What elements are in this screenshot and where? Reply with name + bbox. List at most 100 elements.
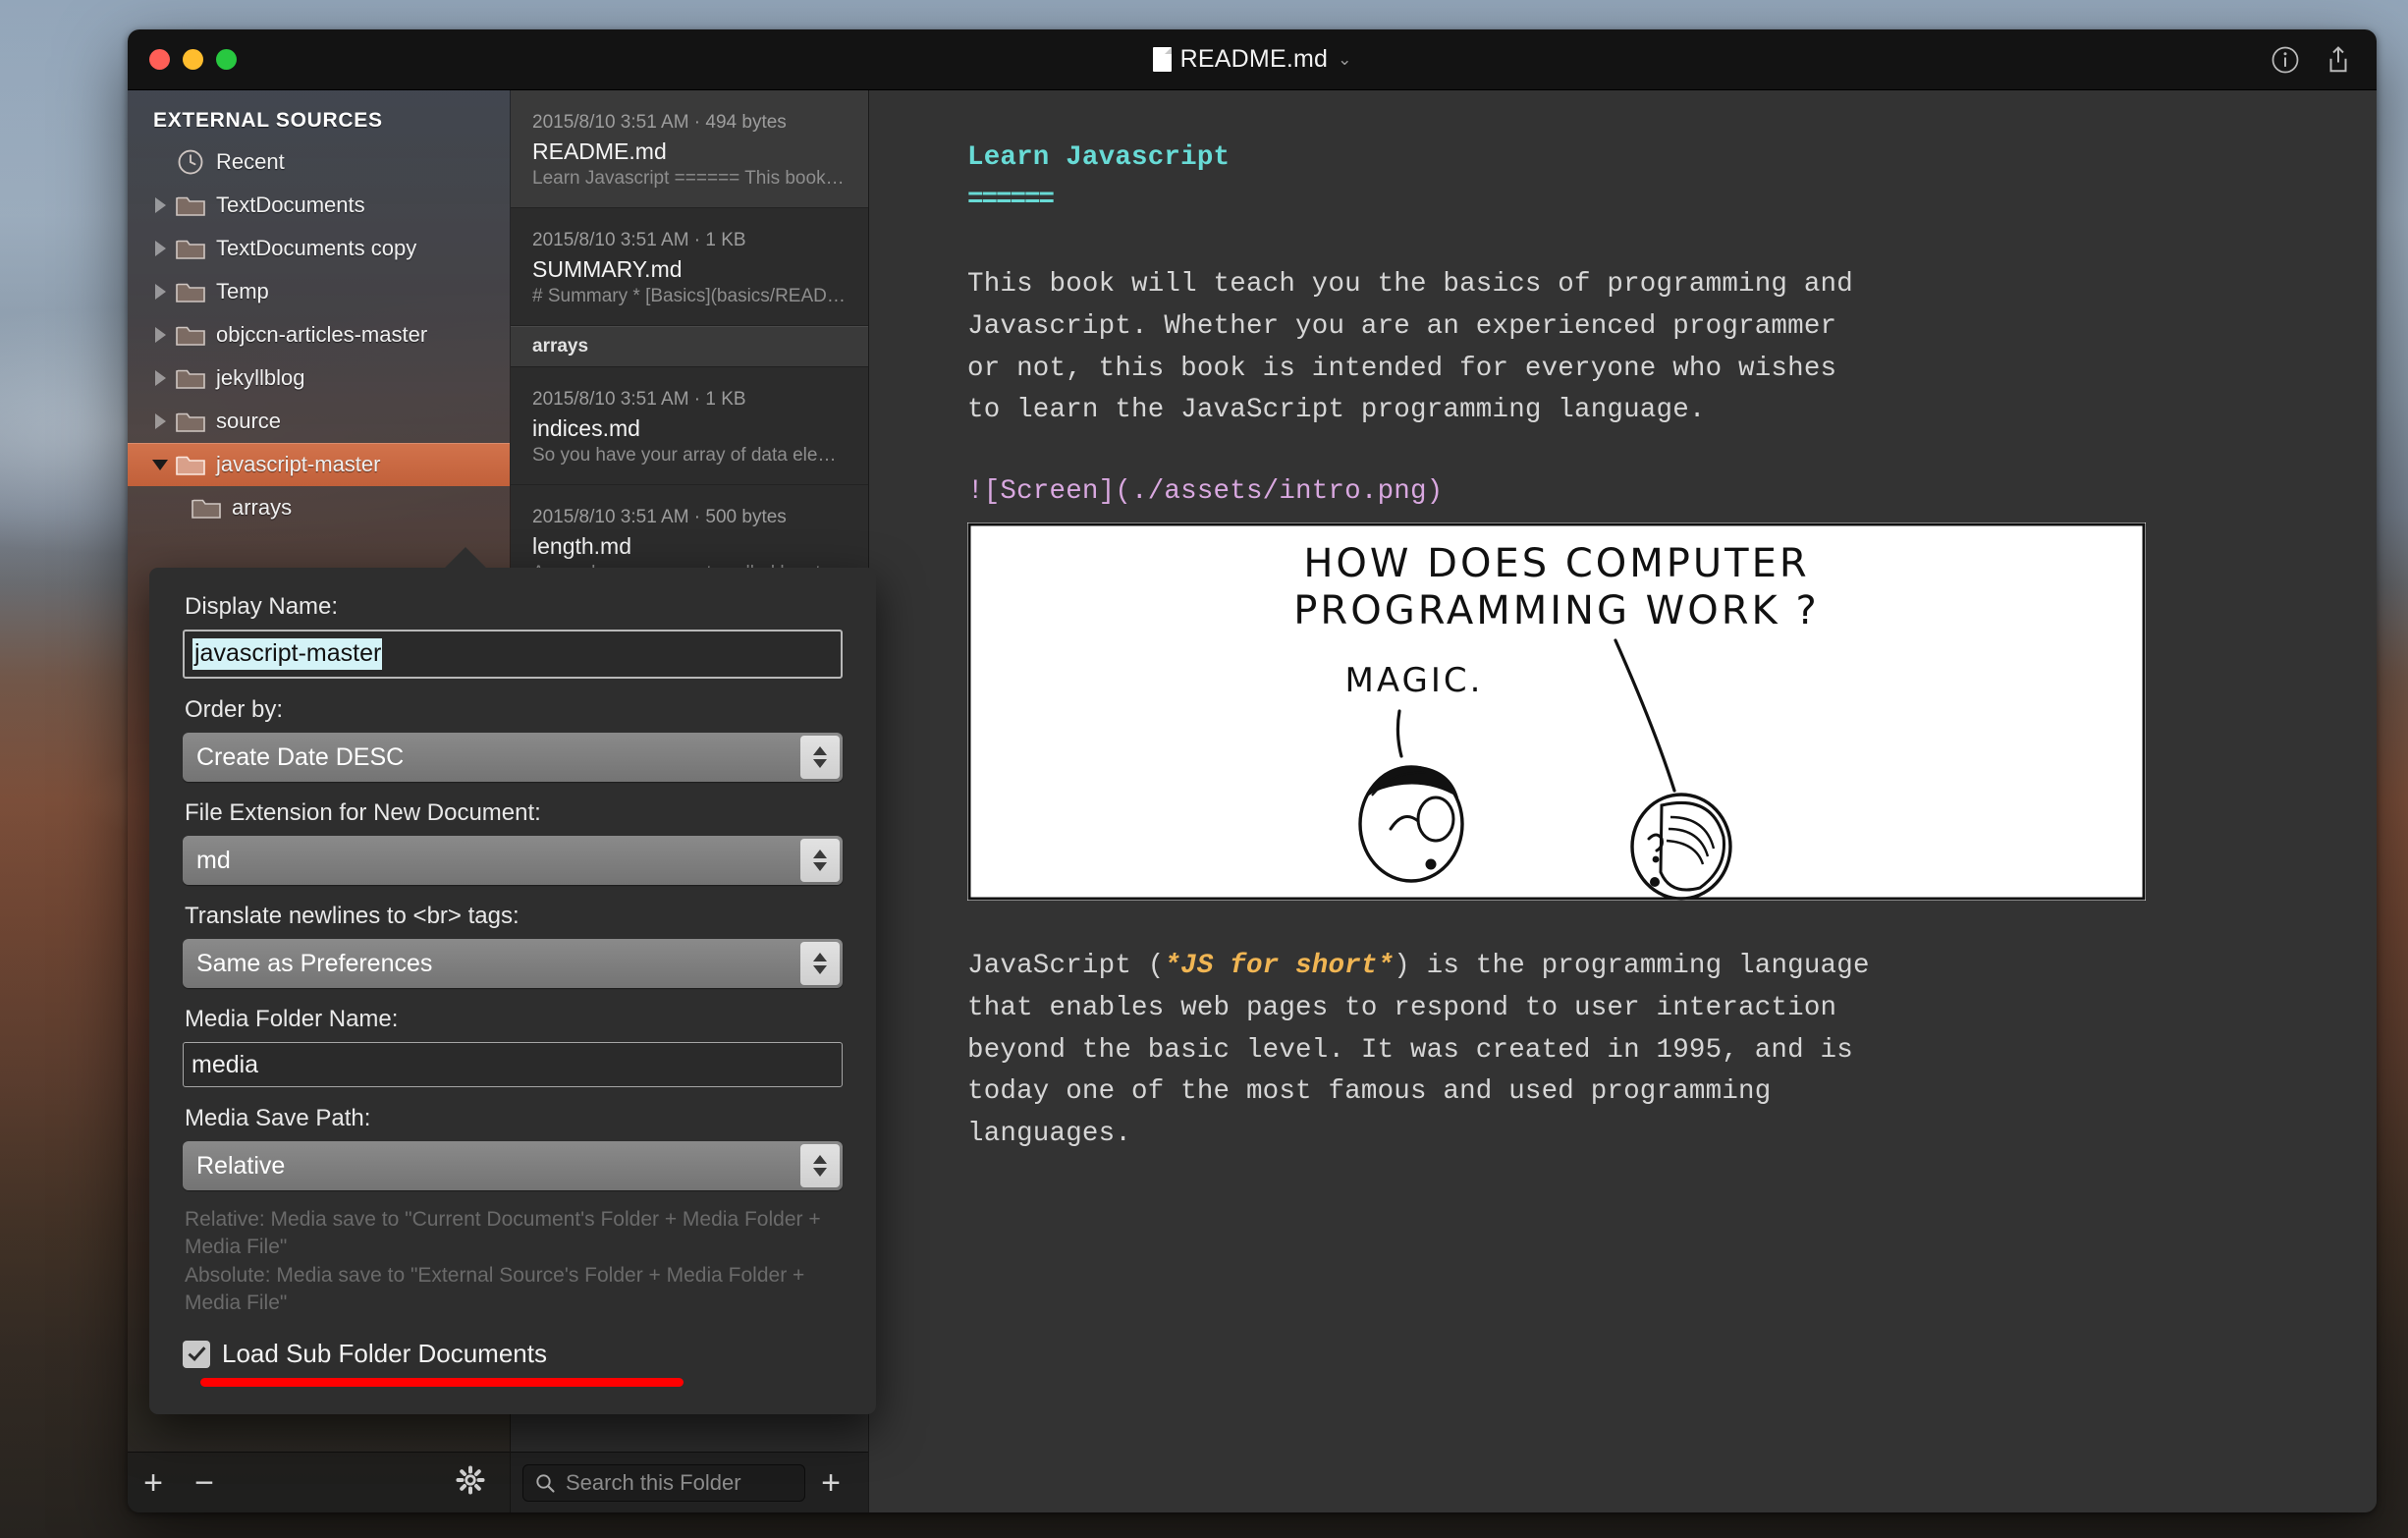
file-name: indices.md bbox=[532, 415, 848, 442]
markdown-heading: Learn Javascript bbox=[967, 137, 2308, 180]
clock-icon bbox=[171, 147, 210, 177]
remove-source-button[interactable]: − bbox=[179, 1466, 230, 1500]
external-source-settings-popover: Display Name: javascript-master Order by… bbox=[149, 568, 876, 1414]
file-list-item[interactable]: 2015/8/10 3:51 AM · 494 bytes README.md … bbox=[511, 90, 868, 208]
file-extension-value: md bbox=[183, 847, 231, 875]
file-name: README.md bbox=[532, 138, 848, 165]
media-save-path-help-text: Relative: Media save to "Current Documen… bbox=[185, 1206, 843, 1317]
titlebar-actions bbox=[2271, 45, 2353, 75]
load-subfolder-row[interactable]: Load Sub Folder Documents bbox=[183, 1339, 843, 1369]
folder-icon bbox=[171, 409, 210, 434]
file-name: length.md bbox=[532, 533, 848, 560]
page-title: README.md bbox=[1180, 45, 1328, 74]
sidebar-section-header: EXTERNAL SOURCES bbox=[128, 90, 510, 140]
sidebar-item-source[interactable]: source bbox=[128, 400, 510, 443]
close-button[interactable] bbox=[149, 49, 170, 70]
display-name-value: javascript-master bbox=[192, 638, 382, 671]
sidebar-item-label: javascript-master bbox=[216, 452, 380, 477]
disclosure-triangle[interactable] bbox=[149, 284, 171, 300]
media-save-path-value: Relative bbox=[183, 1152, 285, 1181]
gear-icon[interactable] bbox=[455, 1464, 486, 1501]
media-folder-label: Media Folder Name: bbox=[185, 1006, 843, 1033]
window-title-group: README.md ⌄ bbox=[128, 29, 2377, 89]
chevron-down-icon[interactable]: ⌄ bbox=[1338, 50, 1351, 70]
file-list-item[interactable]: 2015/8/10 3:51 AM · 1 KB indices.md So y… bbox=[511, 367, 868, 485]
sidebar-item-javascript-master[interactable]: javascript-master bbox=[128, 443, 510, 486]
sidebar-item-label: arrays bbox=[232, 495, 292, 521]
search-input[interactable]: Search this Folder bbox=[522, 1464, 805, 1502]
order-by-select[interactable]: Create Date DESC bbox=[183, 733, 843, 782]
file-extension-select[interactable]: md bbox=[183, 836, 843, 885]
media-save-path-label: Media Save Path: bbox=[185, 1105, 843, 1132]
display-name-input[interactable]: javascript-master bbox=[183, 630, 843, 679]
folder-icon bbox=[171, 236, 210, 261]
file-extension-label: File Extension for New Document: bbox=[185, 799, 843, 827]
cartoon-line-3: MAGIC. bbox=[1345, 661, 1484, 700]
add-source-button[interactable]: + bbox=[128, 1466, 179, 1500]
sidebar-item-temp[interactable]: Temp bbox=[128, 270, 510, 313]
sidebar-item-label: Recent bbox=[216, 149, 285, 175]
cartoon-line-2: PROGRAMMING WORK ? bbox=[1293, 588, 1819, 633]
file-list-item[interactable]: 2015/8/10 3:51 AM · 1 KB SUMMARY.md # Su… bbox=[511, 208, 868, 326]
file-name: SUMMARY.md bbox=[532, 256, 848, 283]
stepper-icon[interactable] bbox=[800, 1144, 840, 1187]
markdown-editor[interactable]: Learn Javascript ====== This book will t… bbox=[869, 90, 2377, 1512]
sidebar-item-textdocuments-copy[interactable]: TextDocuments copy bbox=[128, 227, 510, 270]
disclosure-triangle[interactable] bbox=[149, 241, 171, 256]
search-icon bbox=[533, 1471, 557, 1495]
sidebar-item-label: TextDocuments copy bbox=[216, 236, 416, 261]
folder-icon bbox=[171, 365, 210, 391]
search-placeholder: Search this Folder bbox=[566, 1470, 741, 1496]
load-subfolder-checkbox[interactable] bbox=[183, 1341, 210, 1368]
file-preview: # Summary * [Basics](basics/README.md)… bbox=[532, 286, 848, 307]
app-window: README.md ⌄ EXTERNAL SOURCES bbox=[128, 29, 2377, 1512]
file-list-bottom-bar: Search this Folder + bbox=[511, 1452, 868, 1512]
stepper-icon[interactable] bbox=[800, 839, 840, 882]
media-save-path-select[interactable]: Relative bbox=[183, 1141, 843, 1190]
file-meta: 2015/8/10 3:51 AM · 1 KB bbox=[532, 230, 848, 251]
paragraph-2-emphasis: *JS for short* bbox=[1164, 951, 1394, 981]
document-icon bbox=[1153, 47, 1172, 72]
order-by-value: Create Date DESC bbox=[183, 743, 404, 772]
disclosure-triangle[interactable] bbox=[149, 197, 171, 213]
sidebar-item-label: Temp bbox=[216, 279, 269, 304]
disclosure-triangle[interactable] bbox=[149, 370, 171, 386]
paragraph-2-pre: JavaScript ( bbox=[967, 951, 1164, 981]
sidebar-item-objccn-articles-master[interactable]: objccn-articles-master bbox=[128, 313, 510, 357]
window-titlebar: README.md ⌄ bbox=[128, 29, 2377, 90]
order-by-label: Order by: bbox=[185, 696, 843, 724]
sidebar-item-jekyllblog[interactable]: jekyllblog bbox=[128, 357, 510, 400]
sidebar-item-label: TextDocuments bbox=[216, 192, 365, 218]
load-subfolder-label: Load Sub Folder Documents bbox=[222, 1339, 547, 1369]
zoom-button[interactable] bbox=[216, 49, 237, 70]
markdown-image-syntax: ![Screen](./assets/intro.png) bbox=[967, 471, 2308, 514]
file-group-header: arrays bbox=[511, 326, 868, 367]
embedded-cartoon-image: HOW DOES COMPUTER PROGRAMMING WORK ? MAG… bbox=[967, 522, 2146, 901]
share-icon[interactable] bbox=[2324, 45, 2353, 75]
media-folder-input[interactable]: media bbox=[183, 1042, 843, 1087]
folder-icon bbox=[171, 322, 210, 348]
markdown-paragraph-2: JavaScript (*JS for short*) is the progr… bbox=[967, 946, 2308, 1155]
stepper-icon[interactable] bbox=[800, 736, 840, 779]
minimize-button[interactable] bbox=[183, 49, 203, 70]
folder-icon bbox=[171, 192, 210, 218]
sidebar-item-textdocuments[interactable]: TextDocuments bbox=[128, 184, 510, 227]
traffic-lights bbox=[149, 49, 237, 70]
disclosure-triangle[interactable] bbox=[149, 327, 171, 343]
new-document-button[interactable]: + bbox=[805, 1466, 856, 1500]
file-preview: So you have your array of data ele… bbox=[532, 445, 848, 467]
file-preview: Learn Javascript ====== This book will t… bbox=[532, 168, 848, 190]
media-folder-value: media bbox=[192, 1051, 258, 1079]
folder-icon bbox=[187, 495, 226, 521]
stepper-icon[interactable] bbox=[800, 942, 840, 985]
translate-newlines-value: Same as Preferences bbox=[183, 950, 432, 978]
sidebar-item-recent[interactable]: Recent bbox=[128, 140, 510, 184]
markdown-paragraph-1: This book will teach you the basics of p… bbox=[967, 264, 2308, 432]
disclosure-triangle-open[interactable] bbox=[149, 460, 171, 470]
cartoon-line-1: HOW DOES COMPUTER bbox=[1303, 541, 1809, 586]
disclosure-triangle[interactable] bbox=[149, 413, 171, 429]
info-icon[interactable] bbox=[2271, 45, 2300, 75]
translate-newlines-select[interactable]: Same as Preferences bbox=[183, 939, 843, 988]
sidebar-item-arrays[interactable]: arrays bbox=[128, 486, 510, 529]
sidebar-item-label: jekyllblog bbox=[216, 365, 305, 391]
